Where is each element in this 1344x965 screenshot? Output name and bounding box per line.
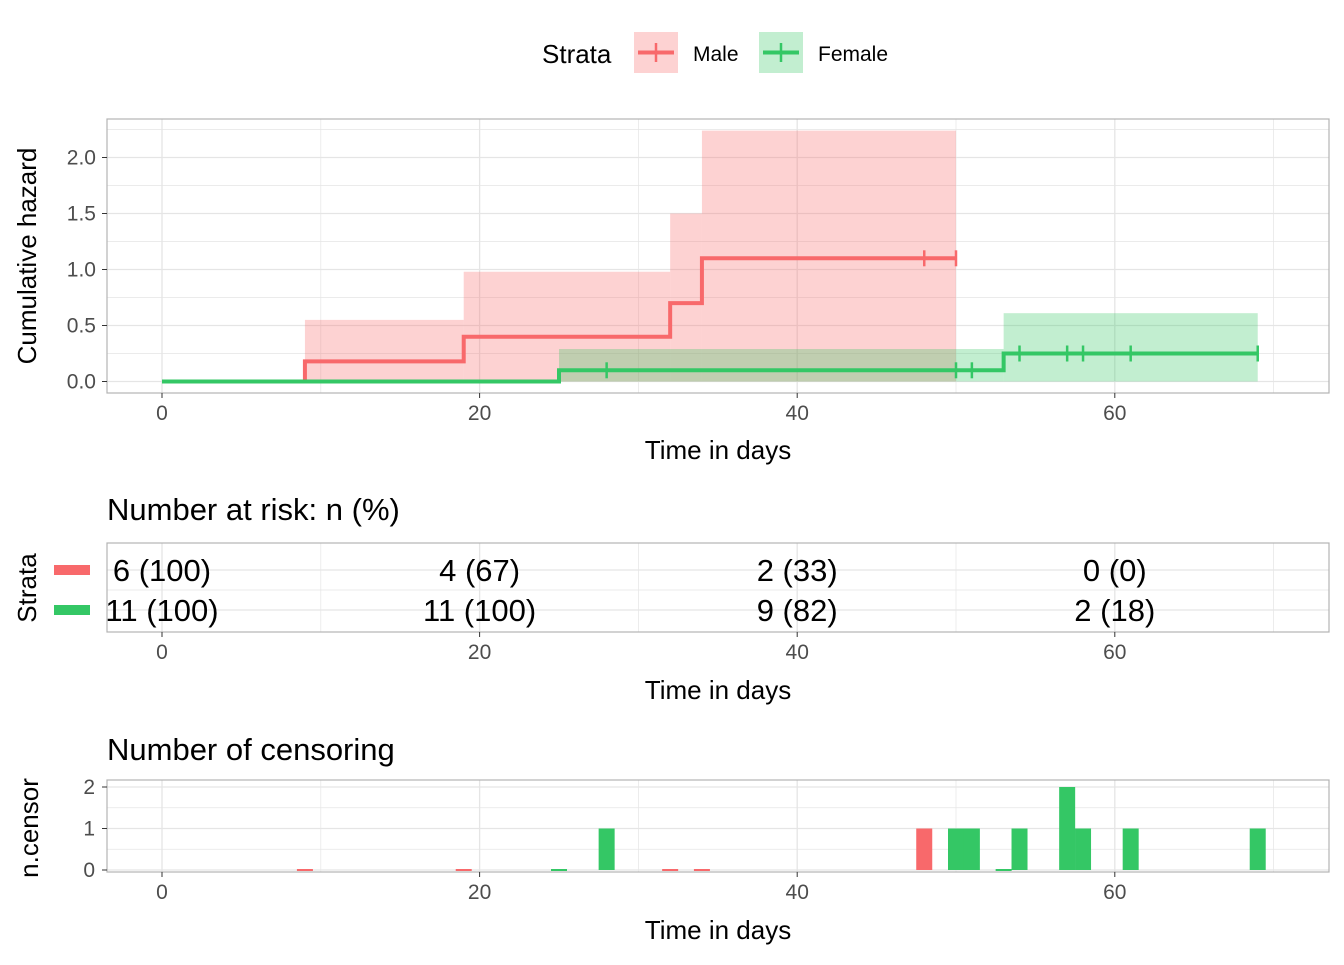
hazard-x-axis-label: Time in days bbox=[645, 435, 791, 465]
censor-x-tick-label: 40 bbox=[786, 881, 809, 904]
female-censor-bar bbox=[1075, 828, 1092, 870]
female-censor-bar bbox=[1011, 828, 1028, 870]
censor-panel-border bbox=[106, 779, 1330, 873]
female-censor-bar bbox=[551, 869, 567, 871]
risk-x-axis-label: Time in days bbox=[645, 675, 791, 705]
female-ci-band bbox=[559, 349, 1004, 382]
hazard-x-tick-label: 40 bbox=[786, 402, 809, 425]
female-censor-bar bbox=[948, 828, 964, 870]
female-censor-bar bbox=[1122, 828, 1139, 870]
male-censor-bar bbox=[693, 869, 710, 871]
risk-cell: 9 (82) bbox=[757, 593, 838, 628]
risk-x-ticks: 0 20 40 60 bbox=[156, 632, 1126, 664]
hazard-x-tick-label: 60 bbox=[1103, 402, 1126, 425]
legend-label-male: Male bbox=[693, 43, 739, 66]
risk-cell: 2 (18) bbox=[1074, 593, 1155, 628]
censor-plot: Number of censoring 0 20 40 60 0 1 2 Time in … bbox=[14, 732, 1330, 945]
censor-x-tick-label: 20 bbox=[468, 881, 491, 904]
censor-y-tick-label: 2 bbox=[83, 776, 95, 799]
female-censor-bar bbox=[1249, 828, 1266, 870]
hazard-x-tick-label: 20 bbox=[468, 402, 491, 425]
censor-y-tick-label: 0 bbox=[83, 859, 95, 882]
risk-x-tick-label: 0 bbox=[156, 641, 168, 664]
risk-cells: 6 (100) 4 (67) 2 (33) 0 (0) 11 (100) 11 (100)… bbox=[105, 553, 1155, 628]
hazard-plot: 0 20 40 60 0.0 0.5 1.0 1.5 2.0 Time in days Cum… bbox=[12, 118, 1330, 465]
censor-y-tick-label: 1 bbox=[83, 818, 95, 841]
censor-grid bbox=[107, 780, 1329, 872]
hazard-y-tick-label: 0.0 bbox=[67, 371, 96, 394]
risk-cell: 6 (100) bbox=[113, 553, 211, 588]
censor-x-ticks: 0 20 40 60 bbox=[156, 872, 1126, 904]
censor-x-tick-label: 60 bbox=[1103, 881, 1126, 904]
male-censor-bar bbox=[662, 869, 679, 871]
hazard-y-tick-label: 0.5 bbox=[67, 315, 96, 338]
legend-title: Strata bbox=[542, 39, 612, 69]
risk-x-tick-label: 20 bbox=[468, 641, 491, 664]
hazard-y-tick-label: 2.0 bbox=[67, 147, 96, 170]
figure: Strata Male Female 0 20 40 60 0.00.51.01.52… bbox=[12, 32, 1330, 945]
male-ci-band bbox=[304, 319, 464, 382]
hazard-x-tick-label: 0 bbox=[156, 402, 168, 425]
female-censor-bar bbox=[995, 869, 1012, 871]
hazard-y-tick-label: 1.5 bbox=[67, 203, 96, 226]
legend: Strata Male Female bbox=[542, 32, 888, 73]
censor-x-tick-label: 0 bbox=[156, 881, 168, 904]
female-strata-key bbox=[54, 605, 90, 615]
hazard-y-ticks: 0.0 0.5 1.0 1.5 2.0 bbox=[67, 147, 107, 394]
censor-x-axis-label: Time in days bbox=[645, 915, 791, 945]
risk-cell: 0 (0) bbox=[1083, 553, 1147, 588]
censor-y-axis-label: n.censor bbox=[14, 778, 44, 878]
legend-key-male bbox=[634, 32, 678, 73]
female-censor-bar bbox=[1059, 787, 1076, 870]
risk-x-tick-label: 60 bbox=[1103, 641, 1126, 664]
censor-y-ticks: 0 1 2 bbox=[83, 776, 107, 882]
male-censor-bar bbox=[296, 869, 313, 871]
hazard-y-axis-label: Cumulative hazard bbox=[12, 148, 42, 365]
risk-cell: 11 (100) bbox=[105, 593, 218, 628]
risk-cell: 4 (67) bbox=[439, 553, 520, 588]
female-censor-bar bbox=[598, 828, 615, 870]
risk-y-axis-label: Strata bbox=[12, 553, 42, 623]
risk-table-title: Number at risk: n (%) bbox=[107, 492, 400, 527]
risk-table: Number at risk: n (%) 6 (100) 4 (67) 2 (33… bbox=[12, 492, 1330, 705]
male-censor-bar bbox=[455, 869, 472, 871]
hazard-x-ticks: 0 20 40 60 bbox=[156, 393, 1126, 425]
risk-x-tick-label: 40 bbox=[786, 641, 809, 664]
male-ci-band bbox=[701, 130, 956, 382]
legend-key-female bbox=[759, 32, 803, 73]
censor-title: Number of censoring bbox=[107, 732, 395, 767]
legend-label-female: Female bbox=[818, 43, 888, 66]
hazard-y-tick-label: 1.0 bbox=[67, 259, 96, 282]
risk-cell: 11 (100) bbox=[423, 593, 536, 628]
risk-strata-keys bbox=[54, 565, 90, 615]
risk-cell: 2 (33) bbox=[757, 553, 838, 588]
male-strata-key bbox=[54, 565, 90, 575]
female-censor-bar bbox=[963, 828, 980, 870]
male-censor-bar bbox=[916, 828, 933, 870]
